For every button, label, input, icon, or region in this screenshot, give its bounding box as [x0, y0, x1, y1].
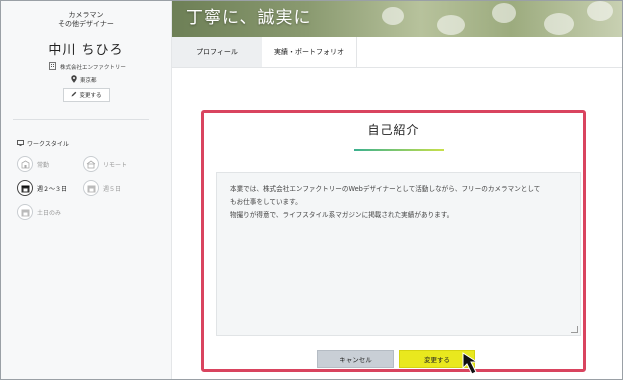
workstyle-weekends: 土日のみ — [17, 204, 61, 220]
intro-line: もお仕事をしています。 — [230, 198, 302, 206]
hero-banner: 丁寧に、誠実に — [172, 1, 622, 37]
flower-decoration — [587, 1, 613, 21]
flower-decoration — [544, 13, 574, 35]
intro-line: 本業では、株式会社エンファクトリーのWebデザイナーとして活動しながら、フリーの… — [230, 185, 541, 193]
self-intro-card: 自己紹介 本業では、株式会社エンファクトリーのWebデザイナーとして活動しながら… — [201, 110, 586, 372]
flower-decoration — [437, 15, 465, 35]
sidebar-divider — [13, 119, 149, 120]
calendar-icon — [17, 204, 33, 220]
building-icon — [17, 156, 33, 172]
location-text: 東京都 — [80, 78, 97, 84]
calendar-icon — [17, 180, 33, 196]
workstyle-label: 常勤 — [37, 161, 50, 169]
workstyle-label: 週５日 — [103, 185, 122, 193]
workstyle-5days: 週５日 — [83, 180, 121, 196]
arrow-cursor-icon — [462, 352, 490, 379]
title-underline — [354, 149, 444, 151]
role-line-1: カメラマン — [68, 11, 104, 19]
workstyle-label: 土日のみ — [37, 209, 62, 217]
pencil-icon — [71, 91, 77, 99]
edit-profile-label: 変更する — [79, 93, 102, 99]
flower-decoration — [492, 3, 516, 23]
flower-decoration — [382, 7, 404, 25]
resize-handle-icon[interactable] — [571, 326, 578, 333]
cancel-button[interactable]: キャンセル — [317, 350, 394, 368]
profile-name: 中川 ちひろ — [48, 43, 124, 58]
role-line-2: その他デザイナー — [58, 20, 114, 28]
window-frame: カメラマン その他デザイナー 中川 ちひろ 株式会社エンファクトリー 東京都 変… — [0, 0, 623, 380]
self-intro-textarea[interactable]: 本業では、株式会社エンファクトリーのWebデザイナーとして活動しながら、フリーの… — [216, 172, 581, 336]
tab-profile[interactable]: プロフィール — [172, 37, 262, 67]
card-title: 自己紹介 — [367, 123, 420, 137]
intro-line: 物撮りが得意で、ライフスタイル系マガジンに掲載された実績があります。 — [230, 211, 454, 219]
map-pin-icon — [71, 75, 77, 85]
workstyle-label: 週２～３日 — [37, 185, 68, 193]
company-row: 株式会社エンファクトリー — [49, 62, 126, 72]
tab-portfolio[interactable]: 実績・ポートフォリオ — [262, 37, 357, 67]
profile-sidebar: カメラマン その他デザイナー 中川 ちひろ 株式会社エンファクトリー 東京都 変… — [1, 1, 172, 379]
workstyle-title: ワークスタイル — [27, 141, 69, 148]
workstyle-label: リモート — [103, 161, 128, 169]
hero-title: 丁寧に、誠実に — [186, 8, 312, 28]
location-row: 東京都 — [71, 75, 97, 85]
workstyle-2-3days: 週２～３日 — [17, 180, 67, 196]
workstyle-remote: リモート — [83, 156, 127, 172]
workstyle-fulltime: 常勤 — [17, 156, 49, 172]
calendar-icon — [83, 180, 99, 196]
workstyle-heading: ワークスタイル — [17, 139, 69, 148]
company-name: 株式会社エンファクトリー — [60, 65, 126, 71]
monitor-icon — [17, 139, 24, 148]
edit-profile-button[interactable]: 変更する — [63, 88, 110, 102]
profile-tabs: プロフィール 実績・ポートフォリオ — [172, 37, 622, 68]
remote-icon — [83, 156, 99, 172]
building-icon — [49, 62, 56, 72]
